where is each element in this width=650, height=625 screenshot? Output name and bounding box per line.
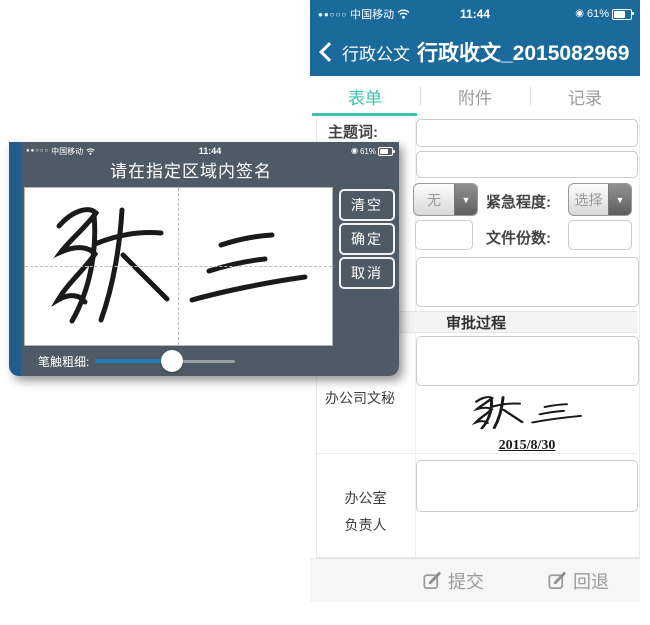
back-chevron-icon[interactable]	[319, 42, 339, 62]
secretary-date-wrap: 2015/8/30	[416, 436, 638, 454]
orientation-lock-icon: ◉	[575, 9, 584, 19]
copies-left-input[interactable]	[415, 220, 473, 250]
submit-button[interactable]: 提交	[423, 559, 484, 602]
clear-button[interactable]: 清空	[339, 189, 395, 221]
stroke-width-slider[interactable]	[95, 349, 235, 373]
orientation-lock-icon: ◉	[351, 147, 358, 155]
app-nav-bar: 行政公文 行政收文_2015082969	[310, 28, 640, 76]
confirm-button[interactable]: 确定	[339, 223, 395, 255]
battery-percent: 61%	[360, 147, 376, 156]
battery-icon	[612, 9, 632, 20]
bottom-toolbar: 提交 回退	[310, 558, 640, 602]
tab-bar: 表单 附件 记录	[310, 76, 640, 116]
return-button[interactable]: 回退	[548, 559, 609, 602]
overlay-left-edge-strip	[9, 142, 21, 376]
submit-label: 提交	[448, 568, 484, 594]
manager-opinion-textarea[interactable]	[416, 460, 638, 512]
page-title: 行政收文_2015082969	[417, 37, 629, 67]
manager-label-line1: 办公室	[316, 488, 415, 508]
cancel-button[interactable]: 取消	[339, 257, 395, 289]
return-label: 回退	[573, 568, 609, 594]
copies-right-input[interactable]	[568, 220, 632, 250]
battery-icon	[378, 147, 393, 156]
dropdown-arrow-icon: ▼	[454, 184, 477, 215]
overlay-status-bar: ●●○○○ 中国移动 11:44 ◉ 61%	[21, 144, 399, 158]
tab-attachments[interactable]: 附件	[420, 76, 530, 116]
stroke-width-label: 笔触粗细:	[38, 353, 89, 370]
clock-time: 11:44	[21, 146, 399, 156]
canvas-horizontal-guide	[25, 266, 332, 267]
battery-indicator: ◉ 61%	[575, 8, 632, 20]
urgency-right-dropdown-value: 选择	[569, 184, 608, 215]
tab-form[interactable]: 表单	[310, 76, 420, 116]
urgency-label: 紧急程度:	[486, 191, 551, 212]
signature-canvas[interactable]	[24, 187, 333, 346]
copies-label: 文件份数:	[486, 227, 551, 248]
subject-input[interactable]	[416, 119, 638, 147]
secretary-signature-ink	[462, 391, 592, 435]
back-button[interactable]: 行政公文	[342, 40, 410, 65]
subject-label: 主题词:	[328, 121, 378, 142]
manager-label-line2: 负责人	[316, 515, 415, 535]
battery-percent: 61%	[587, 8, 609, 20]
signature-panel: ●●○○○ 中国移动 11:44 ◉ 61% 请在指定区域内签名	[21, 142, 399, 376]
compose-icon	[423, 571, 442, 590]
compose-icon	[548, 571, 567, 590]
app-status-bar: ●●○○○ 中国移动 11:44 ◉ 61%	[310, 0, 640, 28]
slider-thumb[interactable]	[161, 350, 183, 372]
signature-dialog: ●●○○○ 中国移动 11:44 ◉ 61% 请在指定区域内签名	[9, 142, 399, 376]
urgency-right-dropdown[interactable]: 选择 ▼	[568, 183, 632, 216]
secondary-input[interactable]	[416, 151, 638, 178]
remarks-textarea[interactable]	[416, 257, 639, 307]
approval-opinion-textarea[interactable]	[416, 336, 639, 386]
tab-records[interactable]: 记录	[530, 76, 640, 116]
dropdown-arrow-icon: ▼	[608, 184, 631, 215]
secretary-label: 办公司文秘	[325, 388, 395, 408]
battery-indicator: ◉ 61%	[351, 147, 393, 156]
secretary-signature	[416, 391, 638, 440]
stroke-width-slider-row: 笔触粗细:	[21, 349, 399, 373]
signature-dialog-title: 请在指定区域内签名	[21, 157, 361, 182]
urgency-left-dropdown[interactable]: 无 ▼	[413, 183, 478, 216]
secretary-date: 2015/8/30	[499, 438, 556, 453]
manager-label: 办公室 负责人	[316, 488, 415, 535]
approval-section-title: 审批过程	[446, 312, 506, 333]
urgency-left-dropdown-value: 无	[414, 184, 454, 215]
